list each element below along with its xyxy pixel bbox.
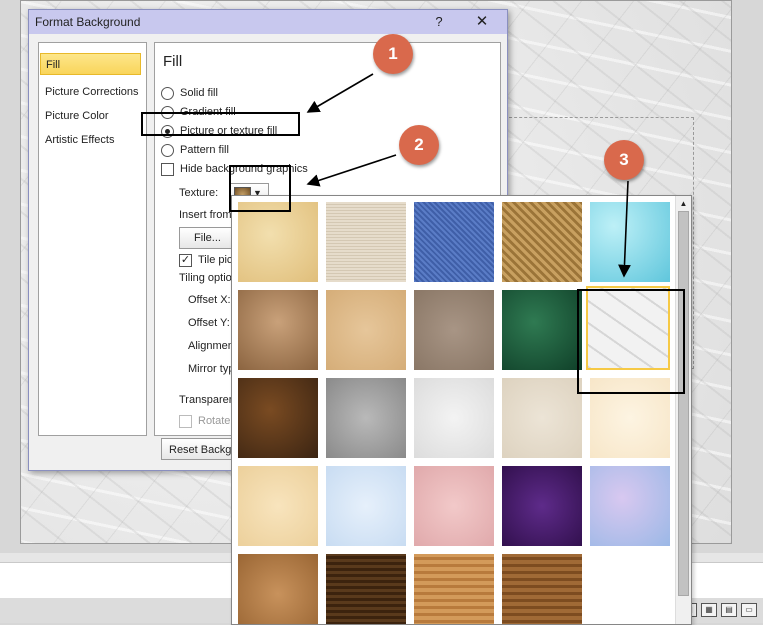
annotation-badge-2: 2 — [399, 125, 439, 165]
annotation-badge-3: 3 — [604, 140, 644, 180]
arrow-3 — [618, 180, 631, 278]
annotation-arrows — [306, 73, 631, 278]
arrow-1 — [306, 73, 374, 113]
arrow-2 — [306, 154, 397, 187]
annotation-badge-1: 1 — [373, 34, 413, 74]
